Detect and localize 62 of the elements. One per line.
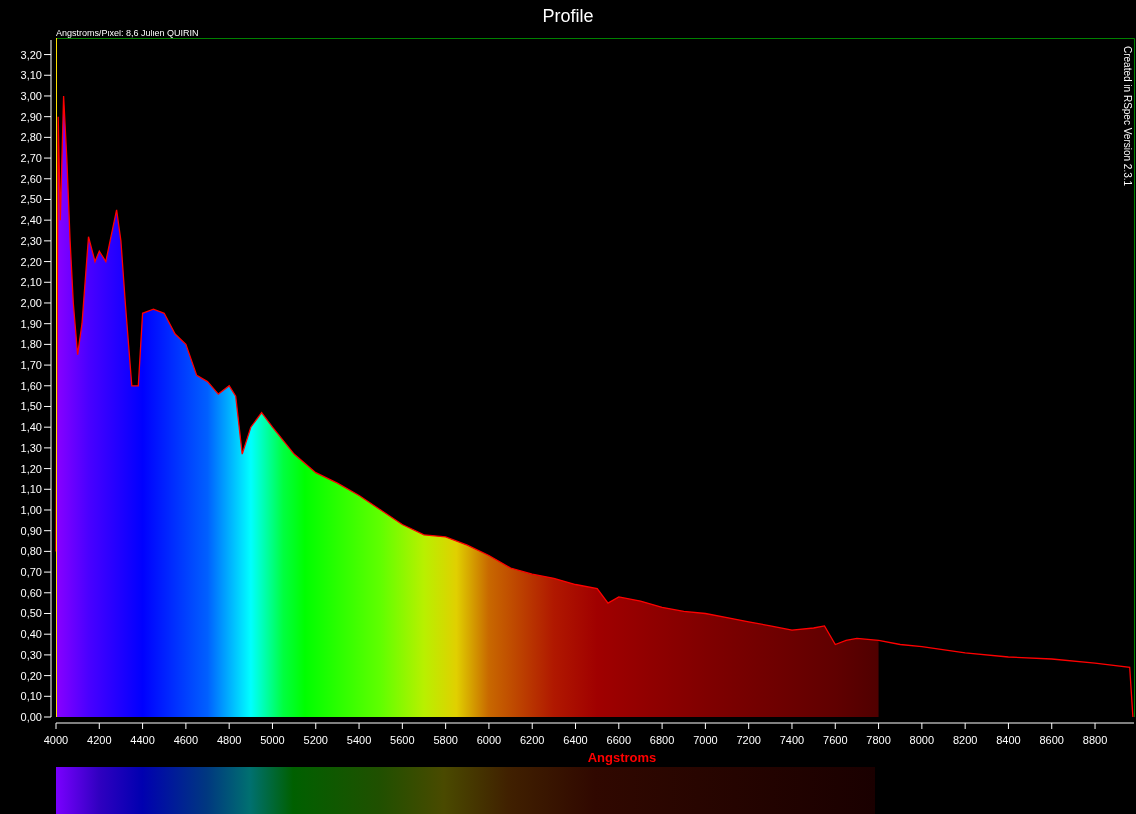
y-tick-label: 0,90 [20,524,42,537]
y-tick-label: 2,50 [20,193,42,206]
x-tick-label: 7600 [823,734,848,746]
y-tick-label: 1,30 [20,441,42,454]
y-tick-label: 2,00 [20,297,42,309]
y-tick-label: 2,80 [20,131,42,144]
x-tick-label: 5600 [390,734,415,746]
y-tick-label: 1,80 [20,338,42,351]
x-tick-label: 7000 [693,734,718,746]
x-tick-label: 8000 [909,734,935,746]
y-tick-label: 0,50 [20,607,42,620]
y-tick-label: 2,30 [20,234,42,247]
x-tick-label: 5800 [433,734,458,746]
y-tick-label: 3,20 [20,48,42,61]
x-tick-label: 5200 [303,734,328,746]
y-tick-label: 2,90 [20,110,42,123]
y-tick-label: 0,30 [20,648,42,661]
y-tick-label: 2,20 [20,255,42,268]
x-tick-label: 4800 [216,734,242,746]
y-tick-label: 1,90 [20,317,42,330]
x-tick-label: 5400 [346,734,372,746]
x-tick-label: 6200 [520,734,545,746]
x-tick-label: 6800 [649,734,675,746]
x-tick-label: 8400 [996,734,1021,746]
x-tick-label: 7200 [736,734,761,746]
x-tick-label: 6400 [563,734,588,746]
y-tick-label: 1,60 [20,379,42,392]
credit-label: Created in RSpec Version 2.3.1 [1122,46,1133,187]
x-tick-label: 8200 [952,734,978,746]
x-tick-label: 7800 [866,734,891,746]
y-tick-label: 1,00 [20,504,42,516]
y-tick-label: 1,40 [20,421,42,434]
y-tick-label: 2,70 [20,152,42,165]
y-tick-label: 0,70 [20,566,42,579]
x-tick-label: 7400 [779,734,805,746]
x-axis-label: Angstroms [587,750,657,765]
y-tick-label: 1,50 [20,400,42,413]
x-tick-label: 6600 [606,734,632,746]
x-tick-label: 6000 [476,734,502,746]
y-tick-label: 0,00 [20,711,42,723]
y-tick-label: 0,80 [20,545,42,558]
y-tick-label: 0,60 [20,586,42,599]
y-tick-label: 2,10 [20,276,42,289]
y-tick-label: 2,40 [20,214,42,227]
y-tick-label: 1,10 [20,483,42,496]
x-tick-label: 4400 [130,734,155,746]
y-tick-label: 0,10 [20,690,42,703]
x-tick-label: 4000 [43,734,69,746]
x-tick-label: 8800 [1082,734,1108,746]
header-note: Angstroms/Pixel: 8,6 Julien QUIRIN [56,30,199,38]
x-tick-label: 4200 [87,734,112,746]
y-tick-label: 1,20 [20,462,42,475]
y-tick-label: 3,10 [20,69,42,82]
chart-title: Profile [542,4,594,27]
y-tick-label: 3,00 [20,89,42,102]
y-tick-label: 0,20 [20,669,42,682]
x-tick-label: 4600 [173,734,199,746]
y-tick-label: 2,60 [20,172,42,185]
y-tick-label: 0,40 [20,628,42,641]
x-tick-label: 8600 [1039,734,1064,746]
y-tick-label: 1,70 [20,359,42,372]
x-tick-label: 5000 [260,734,285,746]
